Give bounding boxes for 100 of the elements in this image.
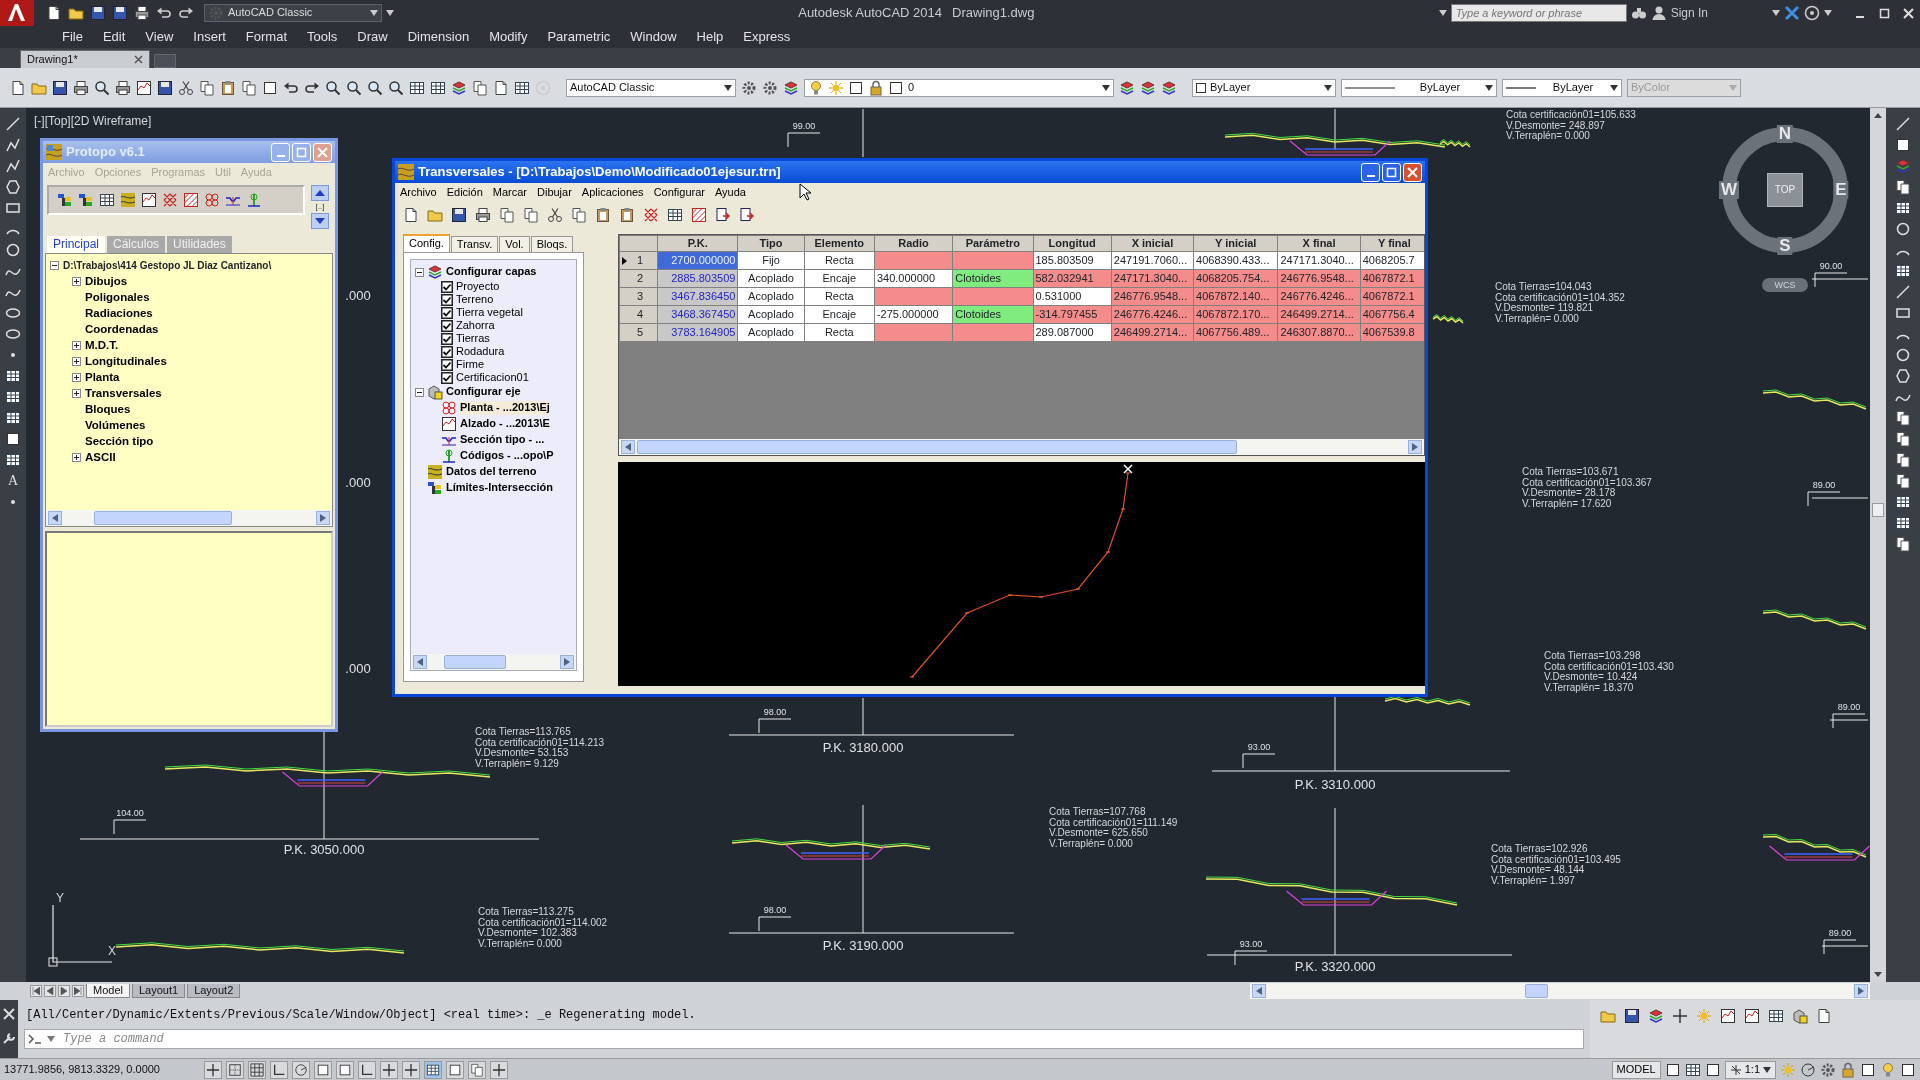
text-tool-button[interactable]: A (7, 473, 19, 489)
search-field[interactable]: Type a keyword or phrase (1450, 4, 1627, 22)
menu-item[interactable]: Parametric (537, 29, 621, 45)
window-title-bar[interactable]: Transversales - [D:\Trabajos\Demo\Modificado01ejesur.trn] (395, 161, 1425, 183)
menu-item[interactable]: Dibujar (532, 185, 577, 200)
annotation-line: V.Terraplén= 1.997 (1491, 875, 1576, 886)
column-header[interactable]: Radio (874, 235, 953, 252)
tab[interactable]: Bloqs. (530, 235, 574, 252)
tree-item[interactable]: Códigos - ...opo\P (460, 449, 554, 463)
color-dropdown[interactable]: ByLayer (1192, 78, 1336, 97)
menu-item[interactable]: Edit (92, 29, 136, 45)
workspace-dropdown[interactable]: AutoCAD Classic (204, 4, 382, 22)
document-tab[interactable]: Drawing1* (20, 50, 150, 68)
tree-item[interactable]: Tierras (456, 331, 490, 346)
tree-item[interactable]: Dibujos (85, 274, 128, 289)
tree-item[interactable]: Longitudinales (85, 354, 167, 369)
tree-item[interactable]: Rodadura (456, 344, 505, 359)
tree-item[interactable]: Planta - ...2013\Ej (460, 401, 550, 415)
viewport-label[interactable]: [-][Top][2D Wireframe] (34, 114, 152, 129)
column-header[interactable]: Tipo (737, 235, 805, 252)
datum-label: 89.00 (1837, 702, 1861, 713)
tree-item[interactable]: Transversales (85, 386, 162, 401)
annotation-line: V.Desmonte= 119.821 (1495, 303, 1595, 314)
tree-item[interactable]: Radiaciones (85, 306, 153, 321)
compass-south[interactable]: S (1777, 237, 1793, 255)
column-header[interactable]: Parámetro (952, 235, 1033, 252)
menu-item[interactable]: View (135, 29, 184, 45)
tree-item[interactable]: Alzado - ...2013\E (460, 417, 550, 431)
tree-item[interactable]: Configurar capas (446, 265, 537, 279)
menu-item[interactable]: Express (733, 29, 801, 45)
column-header[interactable]: X inicial (1111, 235, 1194, 252)
layout-tab[interactable]: Model (86, 983, 130, 999)
tree-item[interactable]: M.D.T. (85, 338, 119, 353)
lineweight-dropdown[interactable]: ByLayer (1502, 78, 1622, 97)
tree-item[interactable]: Coordenadas (85, 322, 159, 337)
column-header[interactable]: Elemento (804, 235, 875, 252)
tree-item[interactable]: Poligonales (85, 290, 150, 305)
ucs-menu-button[interactable]: WCS (1762, 278, 1808, 292)
row-number: 2 (637, 271, 644, 286)
station-label: .000 (345, 661, 371, 677)
model-space-button[interactable]: MODEL (1611, 1060, 1661, 1079)
layout-tab[interactable]: Layout2 (187, 983, 241, 999)
menu-item[interactable]: Archivo (395, 185, 442, 200)
compass-west[interactable]: W (1719, 181, 1739, 199)
tree-item[interactable]: Límites-Intersección (446, 481, 553, 495)
menu-item[interactable]: File (52, 29, 93, 45)
tree-item[interactable]: Bloques (85, 402, 131, 417)
column-header[interactable]: Y inicial (1193, 235, 1278, 252)
menu-item[interactable]: Configurar (648, 185, 710, 200)
tab[interactable]: Transv. (450, 235, 499, 252)
station-label: P.K. 3320.000 (1294, 959, 1376, 975)
menu-item[interactable]: Tools (297, 29, 348, 45)
annotation-scale-button[interactable]: 1:1 (1724, 1060, 1776, 1079)
compass-east[interactable]: E (1833, 181, 1849, 199)
tree-item[interactable]: Firme (456, 357, 485, 372)
annotation-line: V.Terraplén= 0.000 (1049, 838, 1134, 849)
sign-in-link[interactable]: Sign In (1670, 5, 1708, 21)
menu-item[interactable]: Draw (347, 29, 398, 45)
column-header[interactable]: Y final (1360, 235, 1424, 252)
annotation-line: V.Terraplén= 9.129 (475, 758, 560, 769)
tree-item[interactable]: Volúmenes (85, 418, 146, 433)
compass-north[interactable]: N (1776, 125, 1794, 143)
row-number: 3 (637, 289, 644, 304)
station-label: P.K. 3190.000 (822, 938, 904, 954)
tree-item[interactable]: Tierra vegetal (456, 305, 523, 320)
layout-tab[interactable]: Layout1 (131, 983, 186, 999)
tab[interactable]: Principal (47, 236, 106, 253)
menu-item[interactable]: Edición (441, 185, 488, 200)
menu-item[interactable]: Dimension (397, 29, 480, 45)
tree-item[interactable]: Proyecto (456, 279, 500, 294)
tree-item[interactable]: Sección tipo (85, 434, 154, 449)
workspace-dropdown[interactable]: AutoCAD Classic (566, 78, 736, 97)
tab[interactable]: Vol. (499, 235, 530, 252)
column-header[interactable]: P.K. (657, 235, 738, 252)
menu-item[interactable]: Marcar (487, 185, 532, 200)
tree-item[interactable]: ASCII (85, 450, 116, 465)
tree-item[interactable]: D:\Trabajos\414 Gestopo JL Diaz Cantizano\ (63, 259, 272, 272)
menu-item[interactable]: Ayuda (710, 185, 751, 200)
tree-item[interactable]: Terreno (456, 292, 494, 307)
datum-label: 98.00 (763, 707, 787, 718)
annotation-line: Cota Tierras=107.768 (1049, 807, 1147, 818)
tree-item[interactable]: Configurar eje (446, 385, 521, 399)
datum-label: 93.00 (1239, 939, 1263, 950)
layer-dropdown[interactable]: 0 (804, 78, 1114, 97)
menu-item[interactable]: Help (686, 29, 734, 45)
menu-item[interactable]: Modify (479, 29, 538, 45)
menu-item[interactable]: Format (235, 29, 297, 45)
column-header[interactable]: X final (1277, 235, 1361, 252)
tab[interactable]: Config. (403, 233, 450, 252)
menu-item[interactable]: Aplicaciones (576, 185, 649, 200)
column-header[interactable]: Longitud (1033, 235, 1112, 252)
tree-item[interactable]: Datos del terreno (446, 465, 537, 479)
linetype-dropdown[interactable]: ByLayer (1341, 78, 1497, 97)
menu-item[interactable]: Window (620, 29, 687, 45)
tree-item[interactable]: Sección tipo - ... (460, 433, 545, 447)
tree-item[interactable]: Zahorra (456, 318, 495, 333)
scroll-indicator: [..] (315, 202, 325, 212)
tree-item[interactable]: Planta (85, 370, 120, 385)
tree-item[interactable]: Certificacion01 (456, 370, 529, 385)
menu-item[interactable]: Insert (183, 29, 236, 45)
